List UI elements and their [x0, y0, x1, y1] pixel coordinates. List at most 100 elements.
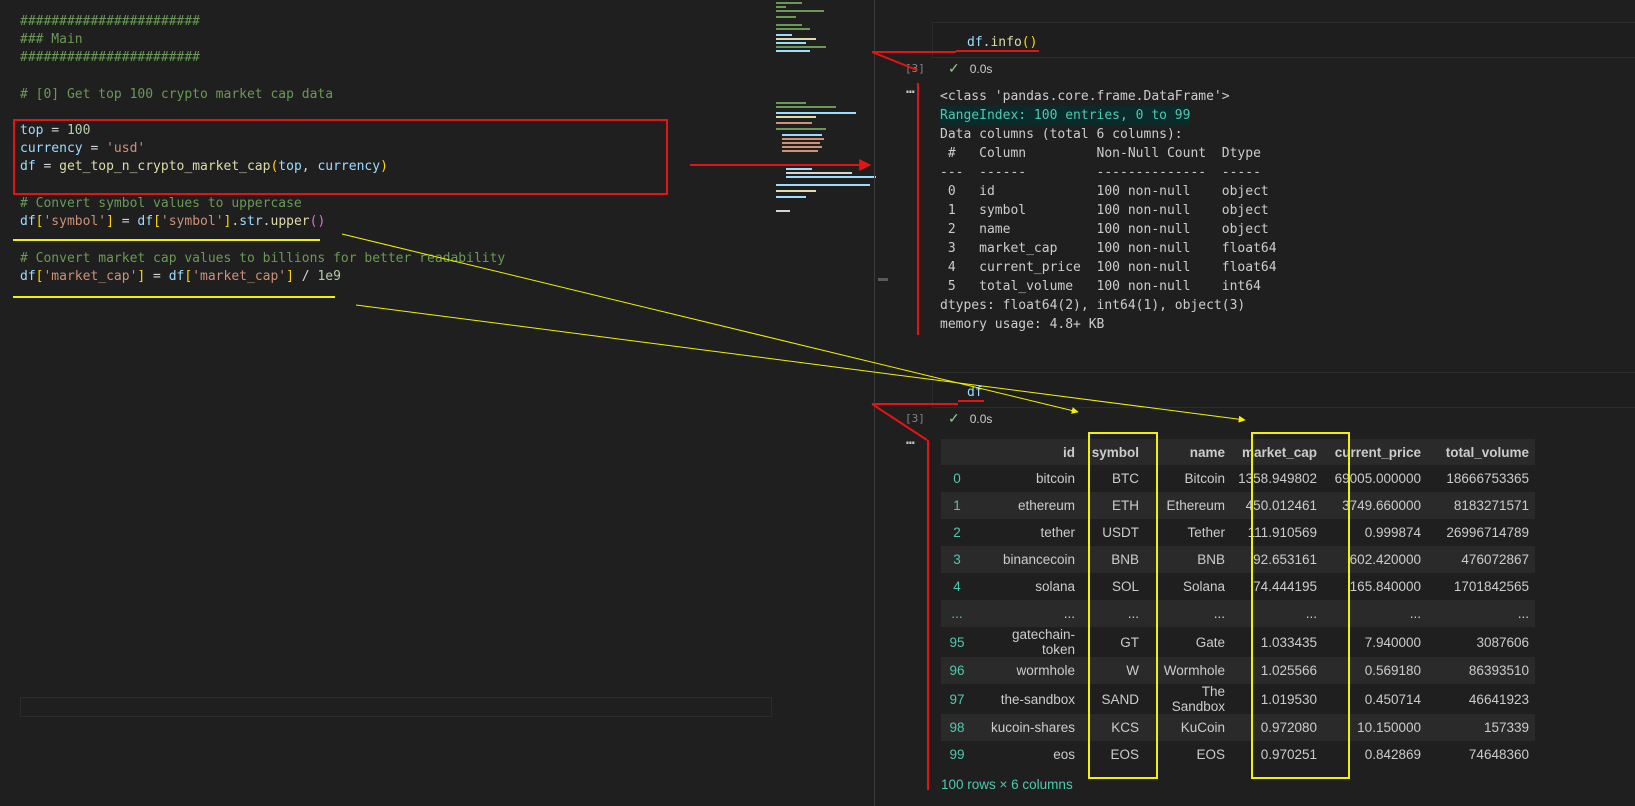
yellow-underline [13, 239, 320, 241]
output-line: 1 symbol 100 non-null object [940, 203, 1277, 218]
yellow-highlight-box-market-cap [1251, 432, 1350, 779]
output-line: 2 name 100 non-null object [940, 222, 1277, 237]
code-line[interactable]: # [0] Get top 100 crypto market cap data [20, 86, 333, 104]
table-cell: bitcoin [1035, 471, 1075, 486]
table-cell: 26996714789 [1446, 525, 1529, 540]
row-index: 1 [941, 492, 973, 519]
execution-count: [3] [905, 412, 925, 425]
execution-count: [3] [905, 62, 925, 75]
yellow-highlight-box-symbol [1088, 432, 1158, 779]
table-cell: 8183271571 [1427, 492, 1535, 519]
minimap[interactable] [776, 0, 876, 230]
string-token: 'market_cap' [43, 269, 138, 284]
table-cell: 74648360 [1468, 747, 1529, 762]
function-token: upper [270, 214, 310, 229]
table-cell: 18666753365 [1446, 471, 1529, 486]
table-row: ..................... [941, 600, 1535, 627]
table-cell: ... [973, 600, 1081, 627]
empty-input-line[interactable] [20, 697, 772, 717]
table-footer: 100 rows × 6 columns [941, 777, 1073, 792]
cell-2-status: ✓ 0.0s [948, 410, 992, 427]
row-index: 0 [953, 471, 961, 486]
more-icon[interactable]: ⋯ [906, 84, 914, 100]
string-token: 'symbol' [43, 214, 107, 229]
table-cell: the-sandbox [1000, 691, 1075, 707]
output-line: memory usage: 4.8+ KB [940, 317, 1105, 332]
code-line[interactable]: # Convert market cap values to billions … [20, 250, 505, 268]
table-cell: 3087606 [1476, 634, 1529, 650]
scrollbar[interactable] [876, 0, 888, 806]
table-cell: 476072867 [1427, 546, 1535, 573]
pane-splitter[interactable] [874, 0, 875, 806]
table-cell: ethereum [973, 492, 1081, 519]
red-highlight-box [13, 119, 668, 195]
string-token: 'market_cap' [192, 269, 287, 284]
exec-time: 0.0s [969, 412, 993, 426]
table-row: 98 kucoin-shares KCS KuCoin 0.972080 10.15000… [941, 714, 1535, 741]
red-bracket-line [917, 83, 919, 335]
table-row: 99 eos EOS EOS 0.970251 0.842869 74648360 [941, 741, 1535, 768]
output-line: # Column Non-Null Count Dtype [940, 146, 1277, 161]
cell-1-code[interactable]: df.info() [967, 35, 1037, 50]
table-row: 95 gatechain-token GT Gate 1.033435 7.940000 3… [941, 627, 1535, 657]
code-line[interactable]: ####################### [20, 49, 200, 67]
table-cell: 1701842565 [1453, 579, 1529, 594]
table-row: 4 solana SOL Solana 74.444195 165.840000 17018… [941, 573, 1535, 600]
table-cell: eos [1053, 747, 1075, 762]
red-underline [956, 50, 1039, 52]
table-cell: tether [1040, 525, 1075, 540]
var-token: df [137, 214, 154, 229]
check-icon: ✓ [948, 410, 960, 426]
table-row: 97 the-sandbox SAND The Sandbox 1.019530 0.45… [941, 684, 1535, 714]
var-token: df [20, 214, 36, 229]
index-header [941, 439, 973, 465]
row-index: 98 [941, 714, 973, 741]
exec-time: 0.0s [969, 62, 993, 76]
code-line[interactable]: # Convert symbol values to uppercase [20, 195, 302, 213]
more-icon[interactable]: ⋯ [906, 435, 914, 451]
table-cell: ... [1427, 600, 1535, 627]
var-token: df [967, 35, 983, 50]
table-header-row: id symbol name market_cap current_price total… [941, 439, 1535, 465]
string-token: 'symbol' [160, 214, 224, 229]
output-line: 0 id 100 non-null object [940, 184, 1277, 199]
cell-1-status: ✓ 0.0s [948, 60, 992, 77]
cell-2-editor[interactable]: df [932, 372, 1635, 408]
table-cell: binancecoin [973, 546, 1081, 573]
number-token: 1e9 [317, 269, 341, 284]
code-line-market-cap[interactable]: df['market_cap'] = df['market_cap'] / 1e… [20, 268, 341, 286]
red-bracket-line [927, 440, 929, 790]
red-underline [958, 400, 984, 402]
code-line-symbol[interactable]: df['symbol'] = df['symbol'].str.upper() [20, 213, 325, 231]
function-token: info [990, 35, 1022, 50]
table-row: 2 tether USDT Tether 111.910569 0.999874 26996… [941, 519, 1535, 546]
table-row: 1 ethereum ETH Ethereum 450.012461 3749.66000… [941, 492, 1535, 519]
cell-1-editor[interactable]: df.info() [932, 22, 1635, 58]
column-header-total-volume[interactable]: total_volume [1427, 439, 1535, 465]
row-index: 2 [953, 525, 961, 540]
table-cell: 46641923 [1468, 691, 1529, 707]
output-line: 5 total_volume 100 non-null int64 [940, 279, 1277, 294]
var-token: str [239, 214, 263, 229]
column-header-id[interactable]: id [973, 439, 1081, 465]
row-index: 95 [949, 634, 965, 650]
table-cell: kucoin-shares [973, 714, 1081, 741]
dataframe-table: id symbol name market_cap current_price total… [941, 439, 1535, 768]
output-line: 4 current_price 100 non-null float64 [940, 260, 1277, 275]
output-line: RangeIndex: 100 entries, 0 to 99 [940, 106, 1191, 125]
cell-2-code[interactable]: df [967, 385, 983, 400]
table-cell: 157339 [1427, 714, 1535, 741]
code-line[interactable]: ### Main [20, 31, 83, 49]
table-row: 3 binancecoin BNB BNB 92.653161 602.420000 476… [941, 546, 1535, 573]
scrollbar-thumb[interactable] [878, 278, 888, 281]
table-row: 96 wormhole W Wormhole 1.025566 0.569180 86393… [941, 657, 1535, 684]
output-line: 3 market_cap 100 non-null float64 [940, 241, 1277, 256]
code-line[interactable]: ####################### [20, 13, 200, 31]
output-line: Data columns (total 6 columns): [940, 127, 1183, 142]
var-token: df [168, 269, 185, 284]
row-index: 97 [949, 691, 965, 707]
table-cell: 86393510 [1427, 657, 1535, 684]
row-index: 4 [953, 579, 961, 594]
table-row: 0 bitcoin BTC Bitcoin 1358.949802 69005.00000… [941, 465, 1535, 492]
yellow-underline [13, 296, 335, 298]
